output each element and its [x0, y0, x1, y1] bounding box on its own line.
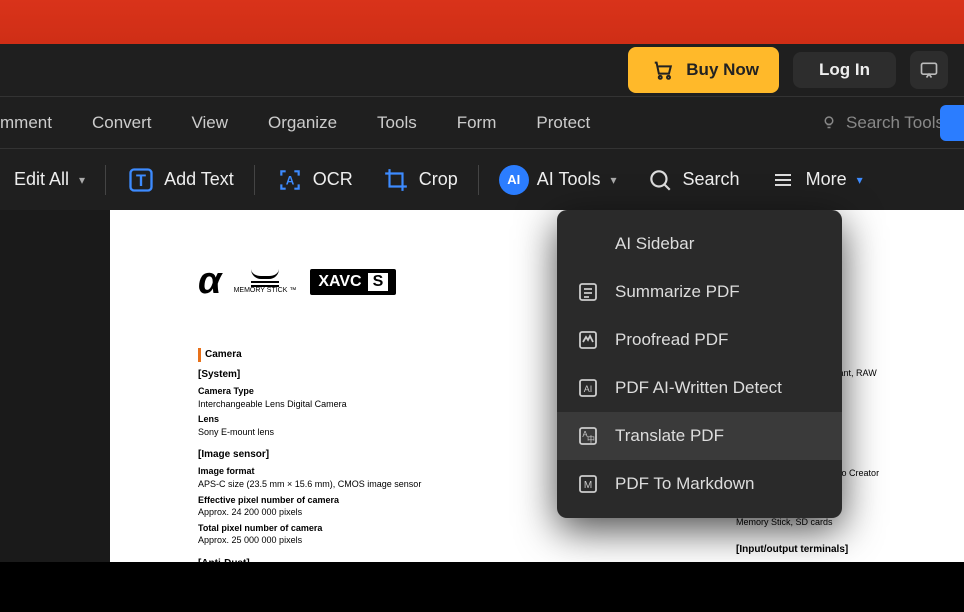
translate-pdf-item[interactable]: A中 Translate PDF [557, 412, 842, 460]
detect-icon: AI [575, 375, 601, 401]
logo-row: α MEMORY STICK ™ XAVCS [198, 260, 396, 303]
markdown-label: PDF To Markdown [615, 474, 755, 494]
svg-text:A: A [285, 173, 294, 187]
menu-form[interactable]: Form [437, 97, 517, 148]
side-panel-tab[interactable] [940, 105, 964, 141]
more-button[interactable]: More ▾ [754, 149, 877, 210]
spec-column-left: Camera [System] Camera Type Interchangea… [198, 344, 478, 612]
separator [254, 165, 255, 195]
add-text-label: Add Text [164, 169, 234, 190]
summarize-pdf-item[interactable]: Summarize PDF [557, 268, 842, 316]
proofread-pdf-item[interactable]: Proofread PDF [557, 316, 842, 364]
detect-label: PDF AI-Written Detect [615, 378, 782, 398]
crop-icon [381, 165, 411, 195]
section-camera: Camera [198, 348, 478, 362]
ocr-button[interactable]: A OCR [261, 149, 367, 210]
ai-detect-item[interactable]: AI PDF AI-Written Detect [557, 364, 842, 412]
search-tools-placeholder: Search Tools [846, 113, 944, 133]
edit-all-button[interactable]: Edit All ▾ [0, 149, 99, 210]
chevron-down-icon: ▾ [79, 173, 85, 187]
ai-sidebar-item[interactable]: AI Sidebar [557, 220, 842, 268]
memorystick-logo: MEMORY STICK ™ [234, 269, 297, 294]
ai-tools-label: AI Tools [537, 169, 601, 190]
ocr-label: OCR [313, 169, 353, 190]
proofread-label: Proofread PDF [615, 330, 728, 350]
chevron-down-icon: ▾ [857, 173, 863, 187]
feedback-button[interactable] [910, 51, 948, 89]
menu-organize[interactable]: Organize [248, 97, 357, 148]
search-icon [645, 165, 675, 195]
search-button[interactable]: Search [631, 149, 754, 210]
translate-icon: A中 [575, 423, 601, 449]
log-in-button[interactable]: Log In [793, 52, 896, 88]
cart-icon [648, 55, 678, 85]
menu-bar: mment Convert View Organize Tools Form P… [0, 96, 964, 148]
search-label: Search [683, 169, 740, 190]
ai-sidebar-label: AI Sidebar [615, 234, 694, 254]
blank-icon [575, 231, 601, 257]
proofread-icon [575, 327, 601, 353]
summarize-label: Summarize PDF [615, 282, 740, 302]
menu-convert[interactable]: Convert [72, 97, 172, 148]
translate-label: Translate PDF [615, 426, 724, 446]
menu-comment[interactable]: mment [0, 97, 72, 148]
buy-now-label: Buy Now [686, 60, 759, 80]
top-bar: Buy Now Log In [0, 44, 964, 96]
toolbar: Edit All ▾ T Add Text A OCR Crop AI AI T… [0, 148, 964, 210]
ai-icon: AI [499, 165, 529, 195]
svg-text:AI: AI [584, 384, 593, 394]
buy-now-button[interactable]: Buy Now [628, 47, 779, 93]
title-bar [0, 0, 964, 44]
ai-tools-button[interactable]: AI AI Tools ▾ [485, 149, 631, 210]
add-text-button[interactable]: T Add Text [112, 149, 248, 210]
svg-text:中: 中 [587, 434, 595, 444]
menu-protect[interactable]: Protect [516, 97, 610, 148]
separator [105, 165, 106, 195]
summarize-icon [575, 279, 601, 305]
ai-tools-dropdown: AI Sidebar Summarize PDF Proofread PDF A… [557, 210, 842, 518]
ocr-icon: A [275, 165, 305, 195]
edit-all-label: Edit All [14, 169, 69, 190]
bulb-icon [820, 114, 838, 132]
add-text-icon: T [126, 165, 156, 195]
xavc-s-logo: XAVCS [310, 269, 396, 295]
crop-button[interactable]: Crop [367, 149, 472, 210]
svg-text:T: T [136, 171, 146, 189]
separator [478, 165, 479, 195]
chevron-down-icon: ▾ [611, 173, 617, 187]
pdf-to-markdown-item[interactable]: M PDF To Markdown [557, 460, 842, 508]
svg-text:M: M [584, 480, 592, 491]
markdown-icon: M [575, 471, 601, 497]
menu-view[interactable]: View [172, 97, 249, 148]
crop-label: Crop [419, 169, 458, 190]
menu-tools[interactable]: Tools [357, 97, 437, 148]
more-label: More [806, 169, 847, 190]
alpha-logo: α [198, 260, 220, 303]
hamburger-icon [768, 165, 798, 195]
